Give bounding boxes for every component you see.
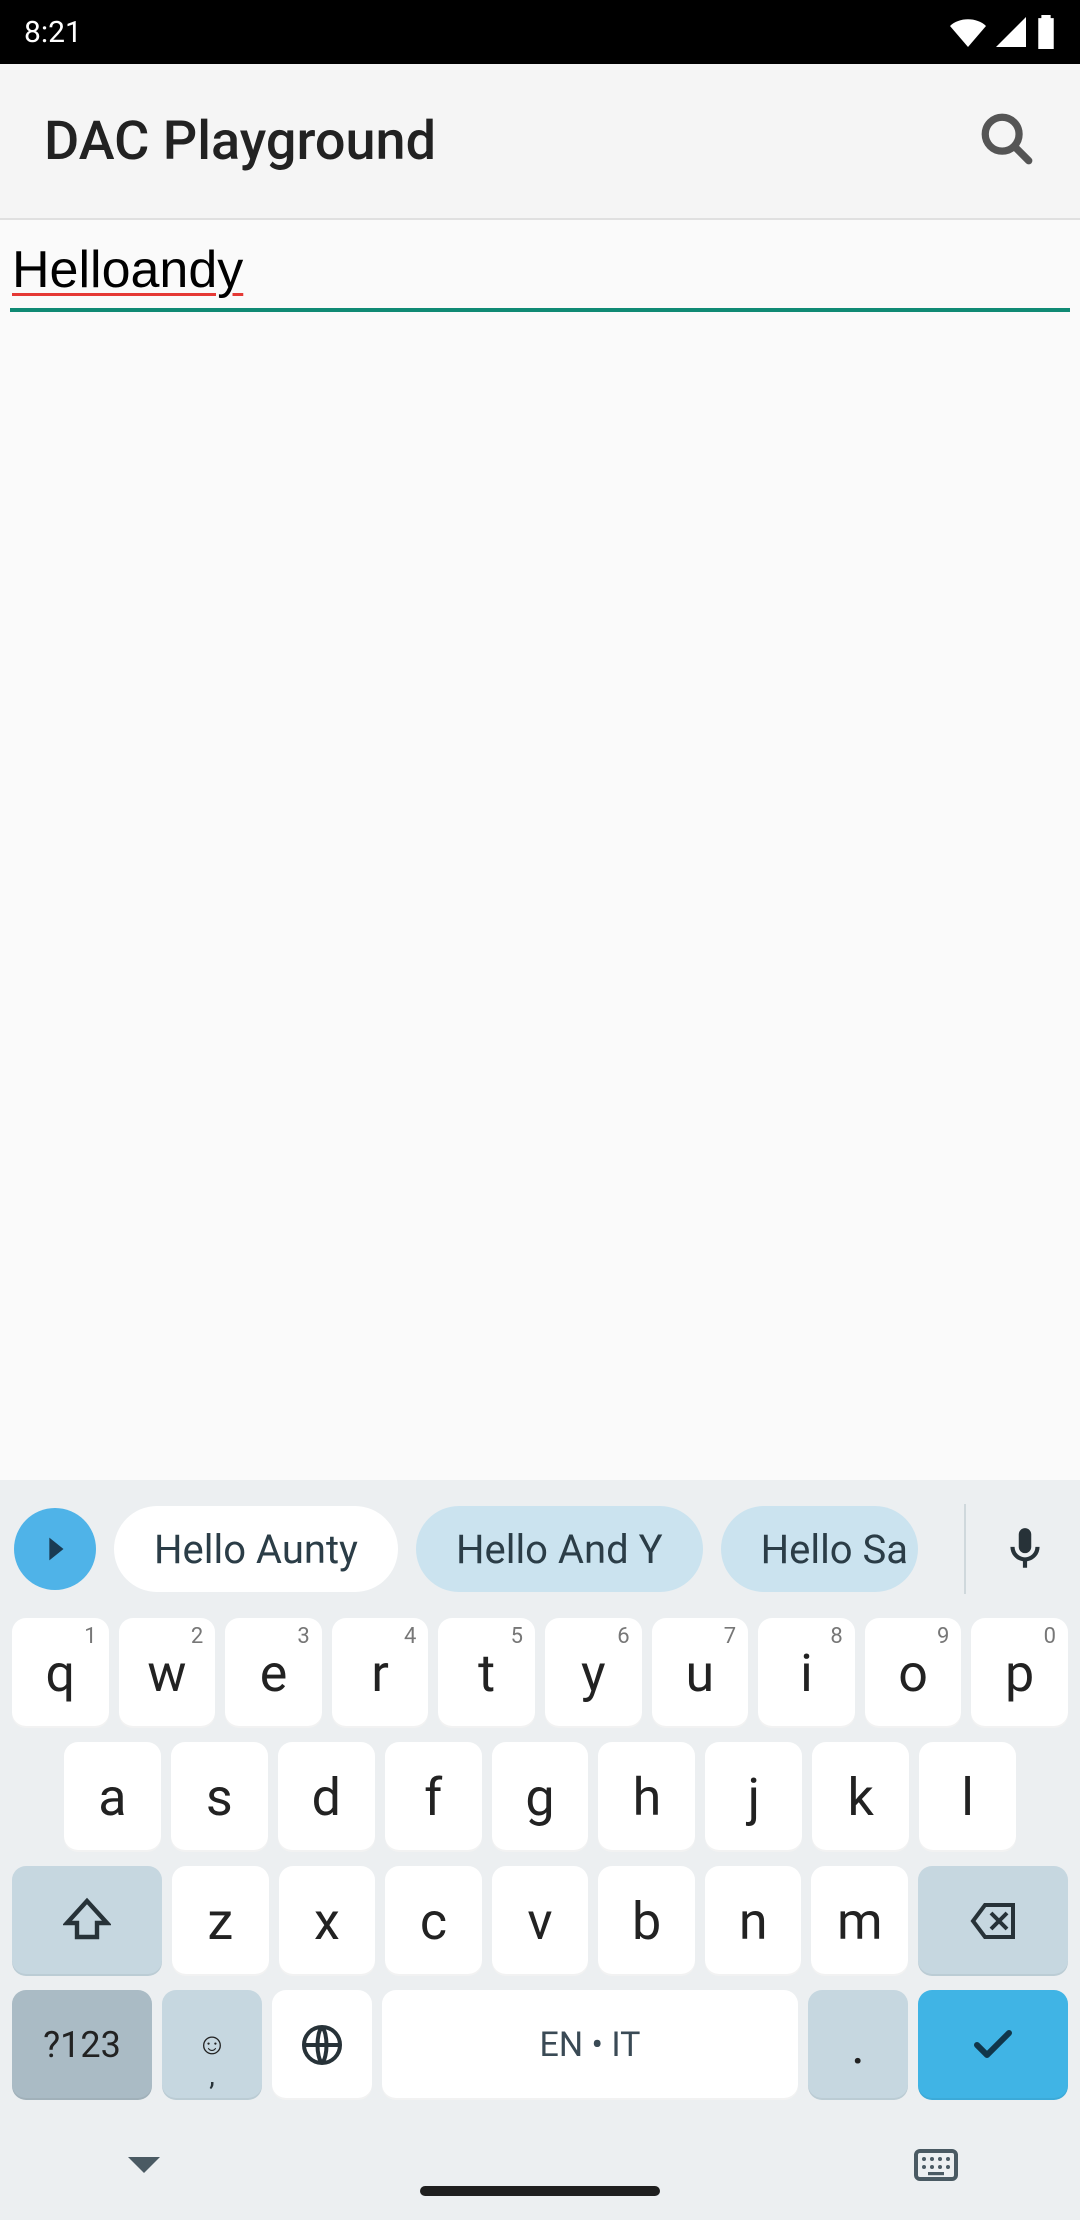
key-row-1: q1 w2 e3 r4 t5 y6 u7 i8 o9 p0 [12,1618,1068,1728]
keyboard-icon [912,2141,960,2189]
signal-icon [996,17,1026,47]
shift-icon [63,1897,111,1945]
key-h[interactable]: h [598,1742,695,1852]
key-row-4: ?123 ☺ , EN • IT . [12,1990,1068,2100]
key-w[interactable]: w2 [119,1618,216,1728]
system-nav-bar [0,2114,1080,2220]
key-o[interactable]: o9 [865,1618,962,1728]
page-title: DAC Playground [44,110,436,173]
search-button[interactable] [978,110,1036,172]
key-d[interactable]: d [278,1742,375,1852]
key-a[interactable]: a [64,1742,161,1852]
mic-icon [1000,1524,1050,1574]
wifi-icon [950,17,986,47]
voice-input-button[interactable] [984,1508,1066,1590]
suggestion-pills: Hello Aunty Hello And Y Hello Sa [114,1506,946,1592]
chevron-right-icon [38,1532,72,1566]
chevron-down-icon [120,2141,168,2189]
emoji-icon: ☺ [197,2030,228,2060]
emoji-key[interactable]: ☺ , [162,1990,262,2100]
status-bar: 8:21 [0,0,1080,64]
key-row-3: z x c v b n m [12,1866,1068,1976]
battery-icon [1036,15,1056,49]
space-key[interactable]: EN • IT [382,1990,798,2100]
suggestion-item[interactable]: Hello And Y [416,1506,703,1592]
key-f[interactable]: f [385,1742,482,1852]
key-grid: q1 w2 e3 r4 t5 y6 u7 i8 o9 p0 a s d f g … [0,1618,1080,2114]
key-k[interactable]: k [812,1742,909,1852]
soft-keyboard: Hello Aunty Hello And Y Hello Sa q1 w2 e… [0,1480,1080,2220]
comma-label: , [209,2059,215,2092]
expand-suggestions-button[interactable] [14,1508,96,1590]
shift-key[interactable] [12,1866,162,1976]
key-y[interactable]: y6 [545,1618,642,1728]
suggestion-row: Hello Aunty Hello And Y Hello Sa [0,1494,1080,1604]
key-r[interactable]: r4 [332,1618,429,1728]
suggestion-item[interactable]: Hello Aunty [114,1506,398,1592]
key-c[interactable]: c [385,1866,482,1976]
status-right [950,15,1056,49]
key-v[interactable]: v [492,1866,589,1976]
key-u[interactable]: u7 [652,1618,749,1728]
language-key[interactable] [272,1990,372,2100]
input-wrap [0,220,1080,312]
separator [964,1504,966,1594]
key-l[interactable]: l [919,1742,1016,1852]
key-x[interactable]: x [279,1866,376,1976]
key-q[interactable]: q1 [12,1618,109,1728]
hide-keyboard-button[interactable] [120,2141,168,2193]
suggestion-item[interactable]: Hello Sa [721,1506,918,1592]
key-z[interactable]: z [172,1866,269,1976]
period-key[interactable]: . [808,1990,908,2100]
key-g[interactable]: g [492,1742,589,1852]
app-bar: DAC Playground [0,64,1080,218]
keyboard-switch-button[interactable] [912,2141,960,2193]
key-e[interactable]: e3 [225,1618,322,1728]
check-icon [969,2021,1017,2069]
globe-icon [298,2021,346,2069]
enter-key[interactable] [918,1990,1068,2100]
backspace-icon [969,1897,1017,1945]
search-icon [978,110,1036,168]
key-i[interactable]: i8 [758,1618,855,1728]
key-p[interactable]: p0 [971,1618,1068,1728]
key-b[interactable]: b [598,1866,695,1976]
key-s[interactable]: s [171,1742,268,1852]
key-t[interactable]: t5 [438,1618,535,1728]
text-input[interactable] [10,230,1070,312]
key-m[interactable]: m [811,1866,908,1976]
key-j[interactable]: j [705,1742,802,1852]
backspace-key[interactable] [918,1866,1068,1976]
symbols-key[interactable]: ?123 [12,1990,152,2100]
content-area [0,312,1080,1480]
status-time: 8:21 [24,15,82,50]
key-row-2: a s d f g h j k l [12,1742,1068,1852]
gesture-pill[interactable] [420,2186,660,2196]
key-n[interactable]: n [705,1866,802,1976]
